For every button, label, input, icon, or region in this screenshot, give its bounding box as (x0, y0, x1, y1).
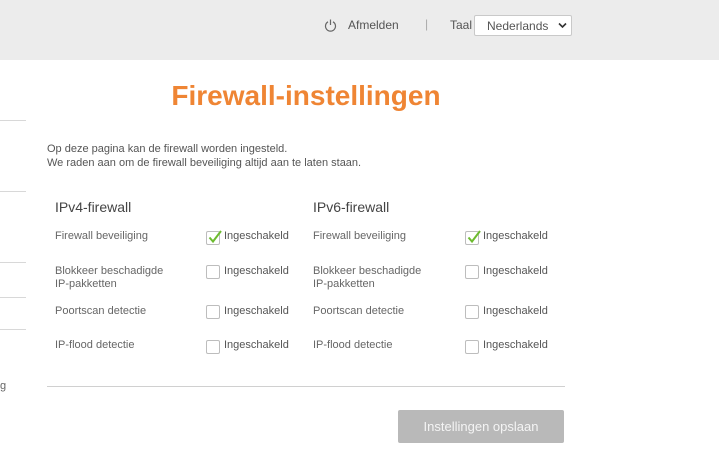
intro-line-2: We raden aan om de firewall beveiliging … (47, 157, 362, 169)
sidebar-divider (0, 120, 26, 121)
ipv4-portscan-checkbox-label[interactable]: Ingeschakeld (224, 305, 289, 317)
ipv6-firewall-checkbox[interactable] (465, 230, 481, 245)
save-settings-button[interactable]: Instellingen opslaan (398, 410, 564, 443)
ipv4-corrupt-packets-label: Blokkeer beschadigde IP-pakketten (55, 265, 163, 291)
ipv6-ipflood-label: IP-flood detectie (313, 339, 393, 351)
ipv6-ipflood-checkbox-label[interactable]: Ingeschakeld (483, 339, 548, 351)
checkmark-icon (208, 230, 222, 244)
top-bar: Afmelden | Taal Nederlands (0, 0, 719, 60)
logout-link[interactable]: Afmelden (348, 18, 399, 32)
ipv4-ipflood-checkbox-label[interactable]: Ingeschakeld (224, 339, 289, 351)
ipv6-corrupt-packets-checkbox[interactable] (465, 265, 479, 279)
ipv6-heading: IPv6-firewall (313, 199, 390, 215)
ipv4-portscan-checkbox[interactable] (206, 305, 220, 319)
sidebar-item-label[interactable]: g (0, 380, 6, 392)
ipv6-portscan-checkbox[interactable] (465, 305, 479, 319)
checkmark-icon (467, 230, 481, 244)
ipv4-heading: IPv4-firewall (55, 199, 132, 215)
ipv6-portscan-label: Poortscan detectie (313, 305, 405, 317)
ipv4-ipflood-label: IP-flood detectie (55, 339, 135, 351)
ipv4-portscan-label: Poortscan detectie (55, 305, 147, 317)
power-icon[interactable] (324, 19, 337, 32)
ipv6-ipflood-checkbox[interactable] (465, 340, 479, 354)
ipv4-firewall-checkbox[interactable] (206, 230, 222, 245)
chevron-down-icon (558, 22, 567, 29)
ipv6-portscan-checkbox-label[interactable]: Ingeschakeld (483, 305, 548, 317)
sidebar-divider (0, 329, 26, 330)
ipv6-firewall-label: Firewall beveiliging (313, 230, 406, 242)
language-select-value: Nederlands (487, 19, 549, 33)
ipv6-corrupt-packets-label-line1: Blokkeer beschadigde (313, 265, 422, 277)
ipv6-corrupt-packets-label: Blokkeer beschadigde IP-pakketten (313, 265, 421, 291)
ipv4-firewall-checkbox-label[interactable]: Ingeschakeld (224, 230, 289, 242)
sidebar-divider (0, 262, 26, 263)
ipv6-firewall-checkbox-label[interactable]: Ingeschakeld (483, 230, 548, 242)
ipv4-ipflood-checkbox[interactable] (206, 340, 220, 354)
intro-line-1: Op deze pagina kan de firewall worden in… (47, 143, 288, 155)
ipv4-corrupt-packets-checkbox-label[interactable]: Ingeschakeld (224, 265, 289, 277)
intro-text: Op deze pagina kan de firewall worden in… (47, 142, 361, 170)
page-title: Firewall-instellingen (171, 80, 441, 111)
ipv4-firewall-label: Firewall beveiliging (55, 230, 148, 242)
ipv4-corrupt-packets-label-line2: IP-pakketten (55, 278, 117, 290)
sidebar-divider (0, 191, 26, 192)
language-select[interactable]: Nederlands (474, 15, 572, 36)
ipv6-corrupt-packets-label-line2: IP-pakketten (313, 278, 375, 290)
ipv4-corrupt-packets-checkbox[interactable] (206, 265, 220, 279)
header-divider: | (425, 17, 429, 31)
ipv4-corrupt-packets-label-line1: Blokkeer beschadigde (55, 265, 164, 277)
section-divider (47, 386, 565, 387)
language-label: Taal (450, 18, 473, 32)
ipv6-corrupt-packets-checkbox-label[interactable]: Ingeschakeld (483, 265, 548, 277)
sidebar-divider (0, 297, 26, 298)
